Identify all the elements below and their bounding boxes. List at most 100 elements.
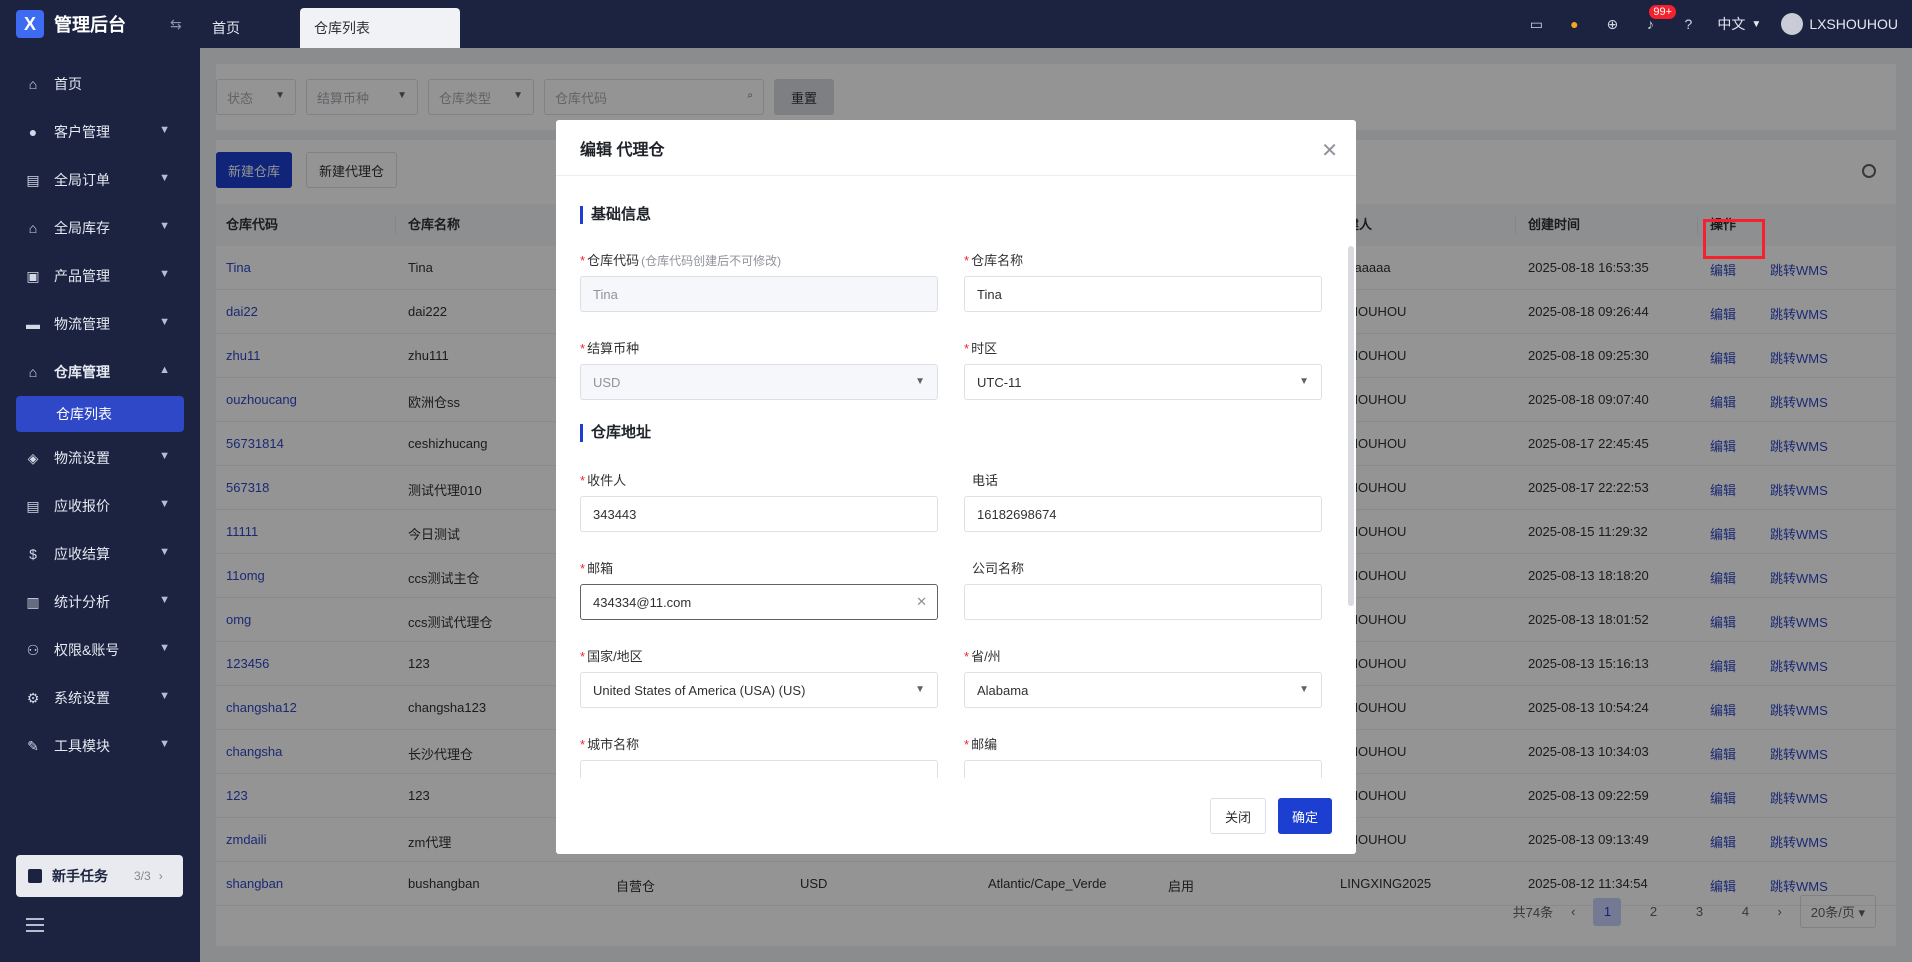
sidebar-item-label: 应收报价: [54, 498, 110, 514]
currency-value: USD: [593, 374, 621, 390]
sidebar-subitem-warehouse-list[interactable]: 仓库列表: [16, 396, 184, 432]
sidebar-item-customers[interactable]: ● 客户管理 ▼: [0, 108, 200, 156]
package-icon: ◈: [27, 449, 39, 466]
sidebar-item-quotes[interactable]: ▤ 应收报价 ▼: [0, 482, 200, 530]
sidebar-item-label: 首页: [54, 76, 82, 92]
chevron-down-icon: ▼: [159, 738, 170, 750]
required-mark: *: [964, 253, 970, 268]
dialog-footer: 关闭 确定: [1209, 798, 1332, 834]
required-mark: *: [964, 341, 970, 356]
sidebar-item-system-settings[interactable]: ⚙ 系统设置 ▼: [0, 674, 200, 722]
email-label-text: 邮箱: [587, 561, 614, 576]
company-field[interactable]: [964, 584, 1322, 620]
language-switch[interactable]: 中文 ▼: [1717, 14, 1761, 34]
receiver-field[interactable]: 343443: [580, 496, 938, 532]
close-button[interactable]: 关闭: [1209, 798, 1266, 834]
dialog-scrollbar[interactable]: [1348, 246, 1354, 606]
user-menu[interactable]: LXSHOUHOU: [1781, 13, 1898, 35]
archive-icon[interactable]: ▭: [1527, 15, 1545, 33]
company-label: 公司名称: [972, 561, 1025, 576]
tab-warehouse-list[interactable]: 仓库列表: [300, 8, 460, 48]
email-field[interactable]: 434334@11.com ✕: [580, 584, 938, 620]
required-mark: *: [964, 737, 970, 752]
sidebar-item-products[interactable]: ▣ 产品管理 ▼: [0, 252, 200, 300]
topbar: 首页 仓库列表 ▭ ● ⊕ ♪ 99+ ? 中文 ▼ LXSHOUHOU: [200, 0, 1912, 48]
zip-field[interactable]: [964, 760, 1322, 778]
chevron-down-icon: ▼: [915, 376, 925, 387]
task-icon: [28, 869, 42, 883]
sidebar-item-label: 工具模块: [54, 738, 110, 754]
edit-highlight-box: [1703, 219, 1765, 259]
timezone-label: * 时区: [964, 338, 997, 357]
required-mark: *: [580, 561, 586, 576]
download-icon[interactable]: ⊕: [1603, 15, 1621, 33]
notification-badge: 99+: [1649, 5, 1677, 19]
phone-value: 16182698674: [977, 506, 1057, 522]
sidebar-item-label: 物流管理: [54, 316, 110, 332]
sidebar-item-home[interactable]: ⌂ 首页: [0, 60, 200, 108]
timezone-select[interactable]: UTC-11 ▼: [964, 364, 1322, 400]
required-mark: *: [580, 253, 586, 268]
chevron-down-icon: ▼: [159, 124, 170, 136]
required-mark: *: [580, 649, 586, 664]
close-icon[interactable]: ✕: [1321, 138, 1338, 163]
sidebar-item-settlement[interactable]: $ 应收结算 ▼: [0, 530, 200, 578]
menu-toggle-icon[interactable]: [26, 918, 44, 932]
code-value: Tina: [593, 286, 618, 302]
onboarding-task-button[interactable]: 新手任务 3/3 ›: [16, 855, 183, 897]
sidebar-item-logistics-settings[interactable]: ◈ 物流设置 ▼: [0, 434, 200, 482]
sidebar-item-label: 应收结算: [54, 546, 110, 562]
help-icon[interactable]: ?: [1679, 15, 1697, 33]
collapse-arrows-icon[interactable]: ⇆: [170, 16, 182, 33]
clear-icon[interactable]: ✕: [916, 594, 927, 610]
chevron-down-icon: ▼: [1299, 684, 1309, 695]
task-count: 3/3: [134, 869, 151, 883]
currency-field: USD ▼: [580, 364, 938, 400]
dialog-body[interactable]: 基础信息 * 仓库代码 (仓库代码创建后不可修改) Tina * 仓库名称 Tina …: [556, 176, 1356, 778]
name-label: * 仓库名称: [964, 250, 1023, 269]
sidebar-item-tools[interactable]: ✎ 工具模块 ▼: [0, 722, 200, 770]
sidebar-item-label: 物流设置: [54, 450, 110, 466]
country-label: * 国家/地区: [580, 646, 643, 665]
country-label-text: 国家/地区: [587, 649, 643, 664]
sidebar-item-permissions[interactable]: ⚇ 权限&账号 ▼: [0, 626, 200, 674]
chevron-down-icon: ▼: [159, 316, 170, 328]
name-field[interactable]: Tina: [964, 276, 1322, 312]
sidebar-item-label: 权限&账号: [54, 642, 120, 658]
truck-icon: ▬: [26, 316, 40, 332]
confirm-button[interactable]: 确定: [1277, 798, 1332, 834]
currency-label-text: 结算币种: [587, 341, 640, 356]
city-field[interactable]: [580, 760, 938, 778]
task-label: 新手任务: [52, 868, 108, 884]
timezone-value: UTC-11: [977, 374, 1022, 390]
sidebar-item-inventory[interactable]: ⌂ 全局库存 ▼: [0, 204, 200, 252]
chevron-down-icon: ▼: [915, 684, 925, 695]
section-basic-info: 基础信息: [580, 206, 651, 224]
zip-label-text: 邮编: [971, 737, 998, 752]
language-label: 中文: [1717, 16, 1746, 32]
username: LXSHOUHOU: [1809, 16, 1898, 32]
chevron-down-icon: ▼: [159, 546, 170, 558]
sidebar-item-analytics[interactable]: ▥ 统计分析 ▼: [0, 578, 200, 626]
timezone-label-text: 时区: [971, 341, 998, 356]
code-field: Tina: [580, 276, 938, 312]
sidebar-item-logistics[interactable]: ▬ 物流管理 ▼: [0, 300, 200, 348]
topbar-actions: ▭ ● ⊕ ♪ 99+ ? 中文 ▼ LXSHOUHOU: [1527, 0, 1898, 48]
bell-icon[interactable]: ♪ 99+: [1641, 5, 1677, 33]
country-select[interactable]: United States of America (USA) (US) ▼: [580, 672, 938, 708]
state-label-text: 省/州: [971, 649, 1001, 664]
box-icon: ▣: [26, 267, 40, 284]
robot-icon[interactable]: ●: [1565, 15, 1583, 33]
state-select[interactable]: Alabama ▼: [964, 672, 1322, 708]
phone-label: 电话: [972, 473, 999, 488]
phone-field[interactable]: 16182698674: [964, 496, 1322, 532]
warehouse-icon: ⌂: [28, 220, 38, 236]
chevron-down-icon: ▼: [1299, 376, 1309, 387]
app-title: 管理后台: [54, 15, 126, 35]
sidebar-item-warehouse[interactable]: ⌂ 仓库管理 ▲: [0, 348, 200, 396]
city-label-text: 城市名称: [587, 737, 640, 752]
required-mark: *: [580, 473, 586, 488]
org-icon: ⚇: [26, 641, 40, 658]
sidebar-item-orders[interactable]: ▤ 全局订单 ▼: [0, 156, 200, 204]
tab-home[interactable]: 首页: [200, 8, 252, 48]
